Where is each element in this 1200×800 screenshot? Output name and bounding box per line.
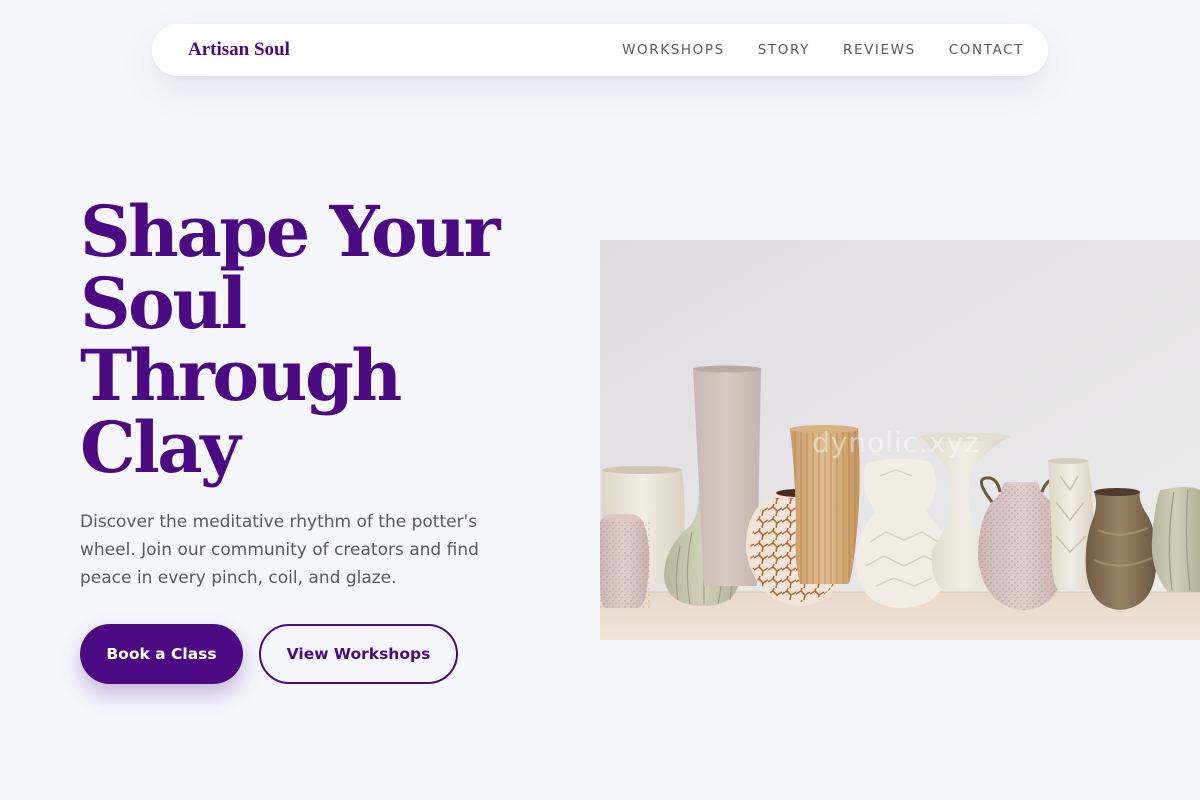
- book-class-button[interactable]: Book a Class: [80, 624, 243, 684]
- hero-title-line: Through: [80, 334, 402, 417]
- hero-image-ceramic-vases: dynolic.xyz: [600, 240, 1200, 640]
- hero-title-line: Clay: [80, 406, 241, 489]
- nav-link-story[interactable]: STORY: [758, 42, 810, 58]
- view-workshops-button[interactable]: View Workshops: [259, 624, 458, 684]
- nav-link-workshops[interactable]: WORKSHOPS: [622, 42, 725, 58]
- navbar: Artisan Soul WORKSHOPS STORY REVIEWS CON…: [152, 24, 1048, 76]
- hero-description: Discover the meditative rhythm of the po…: [80, 512, 479, 588]
- hero-title-line: Soul: [80, 262, 247, 345]
- nav-link-reviews[interactable]: REVIEWS: [843, 42, 916, 58]
- nav-link-contact[interactable]: CONTACT: [949, 42, 1024, 58]
- nav-links: WORKSHOPS STORY REVIEWS CONTACT: [622, 42, 1024, 58]
- brand-logo[interactable]: Artisan Soul: [188, 39, 290, 61]
- hero-title: Shape Your Soul Through Clay: [80, 196, 550, 484]
- hero-title-line: Shape Your: [80, 190, 501, 273]
- image-watermark: dynolic.xyz: [812, 426, 980, 459]
